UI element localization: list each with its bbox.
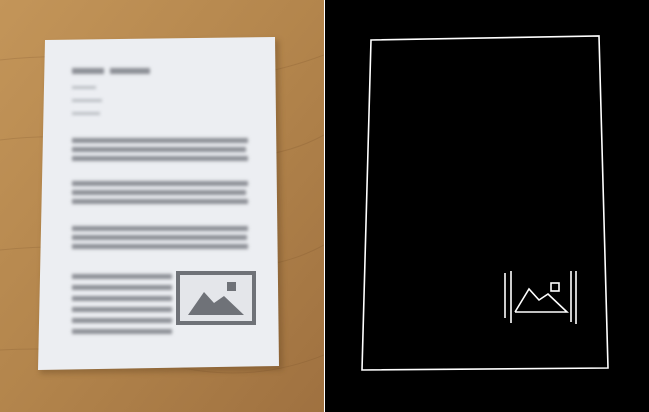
para4-line3 [72,296,172,301]
meta-line-b [72,99,102,102]
para4-line1 [72,274,172,279]
edge-map-panel [325,0,649,412]
meta-line-a [72,86,96,89]
para1-line2 [72,147,246,152]
edge-canvas [325,0,649,412]
header-line-b [110,68,150,74]
para1-line3 [72,156,248,161]
para2-line1 [72,181,248,186]
header-line-a [72,68,104,74]
image-placeholder-icon [176,271,256,325]
para4-line4 [72,307,172,312]
para1-line1 [72,138,248,143]
meta-line-c [72,112,100,115]
para4-line2 [72,285,172,290]
para4-line5 [72,318,172,323]
para2-line2 [72,190,246,195]
photo-panel [0,0,324,412]
sun-square [227,282,236,291]
para3-line3 [72,244,248,249]
para3-line2 [72,235,247,240]
para4-line6 [72,329,172,334]
photo-canvas [0,0,324,412]
para3-line1 [72,226,248,231]
para2-line3 [72,199,248,204]
image-frame [176,271,256,325]
